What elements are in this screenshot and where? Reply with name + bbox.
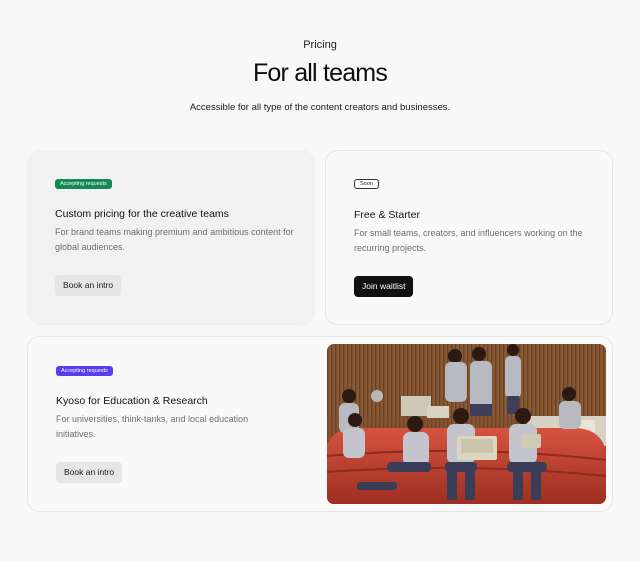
join-waitlist-button[interactable]: Join waitlist	[354, 276, 414, 297]
book-intro-button[interactable]: Book an intro	[55, 275, 122, 296]
team-photo-illustration	[327, 344, 606, 504]
status-badge: Accepting requests	[55, 179, 112, 189]
plan-card-free: Soon Free & Starter For small teams, cre…	[325, 150, 613, 325]
plan-description: For brand teams making premium and ambit…	[55, 227, 294, 252]
plan-title: Custom pricing for the creative teams	[55, 208, 229, 220]
team-photo	[327, 344, 606, 504]
plan-card-custom: Accepting requests Custom pricing for th…	[27, 150, 315, 325]
book-intro-button[interactable]: Book an intro	[56, 462, 123, 483]
plan-title: Kyoso for Education & Research	[56, 395, 208, 407]
plan-description: For universities, think-tanks, and local…	[56, 414, 249, 439]
status-badge: Soon	[354, 179, 379, 189]
status-badge: Accepting requests	[56, 366, 113, 376]
plan-title: Free & Starter	[354, 209, 420, 221]
section-eyebrow: Pricing	[303, 39, 337, 51]
page-subtitle: Accessible for all type of the content c…	[189, 102, 451, 113]
plan-description: For small teams, creators, and influence…	[354, 228, 583, 253]
page-title: For all teams	[252, 59, 388, 87]
